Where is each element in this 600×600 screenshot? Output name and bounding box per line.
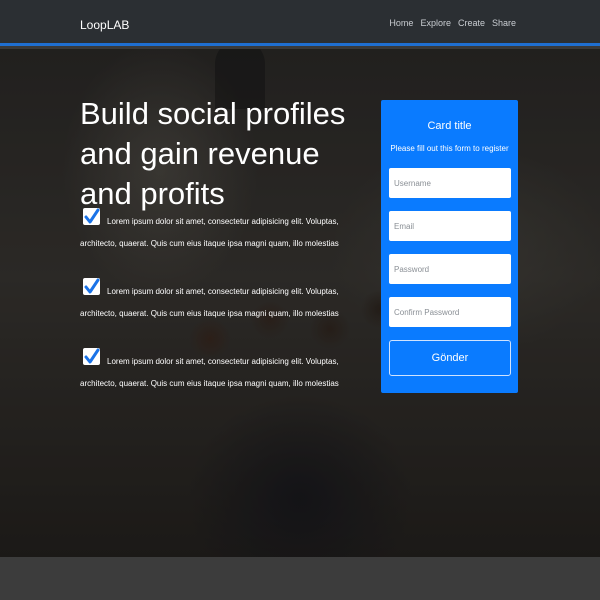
nav-link-explore[interactable]: Explore [420, 18, 451, 28]
feature-text: Lorem ipsum dolor sit amet, consectetur … [80, 217, 339, 248]
feature-item: Lorem ipsum dolor sit amet, consectetur … [80, 348, 365, 395]
card-subtitle: Please fill out this form to register [390, 144, 509, 153]
feature-item: Lorem ipsum dolor sit amet, consectetur … [80, 208, 365, 255]
checkbox-checked-icon [83, 348, 100, 365]
register-card: Card title Please fill out this form to … [381, 100, 518, 393]
card-title: Card title [427, 120, 472, 132]
checkbox-checked-icon [83, 208, 100, 225]
email-input[interactable] [389, 211, 511, 241]
footer-strip [0, 557, 600, 600]
nav-links: Home Explore Create Share [389, 18, 516, 28]
submit-button[interactable]: Gönder [389, 340, 511, 376]
password-input[interactable] [389, 254, 511, 284]
nav-link-share[interactable]: Share [492, 18, 516, 28]
username-input[interactable] [389, 168, 511, 198]
checkbox-checked-icon [83, 278, 100, 295]
feature-text: Lorem ipsum dolor sit amet, consectetur … [80, 287, 339, 318]
feature-item: Lorem ipsum dolor sit amet, consectetur … [80, 278, 365, 325]
confirm-password-input[interactable] [389, 297, 511, 327]
nav-link-create[interactable]: Create [458, 18, 485, 28]
feature-text: Lorem ipsum dolor sit amet, consectetur … [80, 357, 339, 388]
brand-logo[interactable]: LoopLAB [80, 18, 129, 32]
hero-headline: Build social profiles and gain revenue a… [80, 96, 346, 211]
nav-link-home[interactable]: Home [389, 18, 413, 28]
navbar: LoopLAB Home Explore Create Share [0, 0, 600, 46]
